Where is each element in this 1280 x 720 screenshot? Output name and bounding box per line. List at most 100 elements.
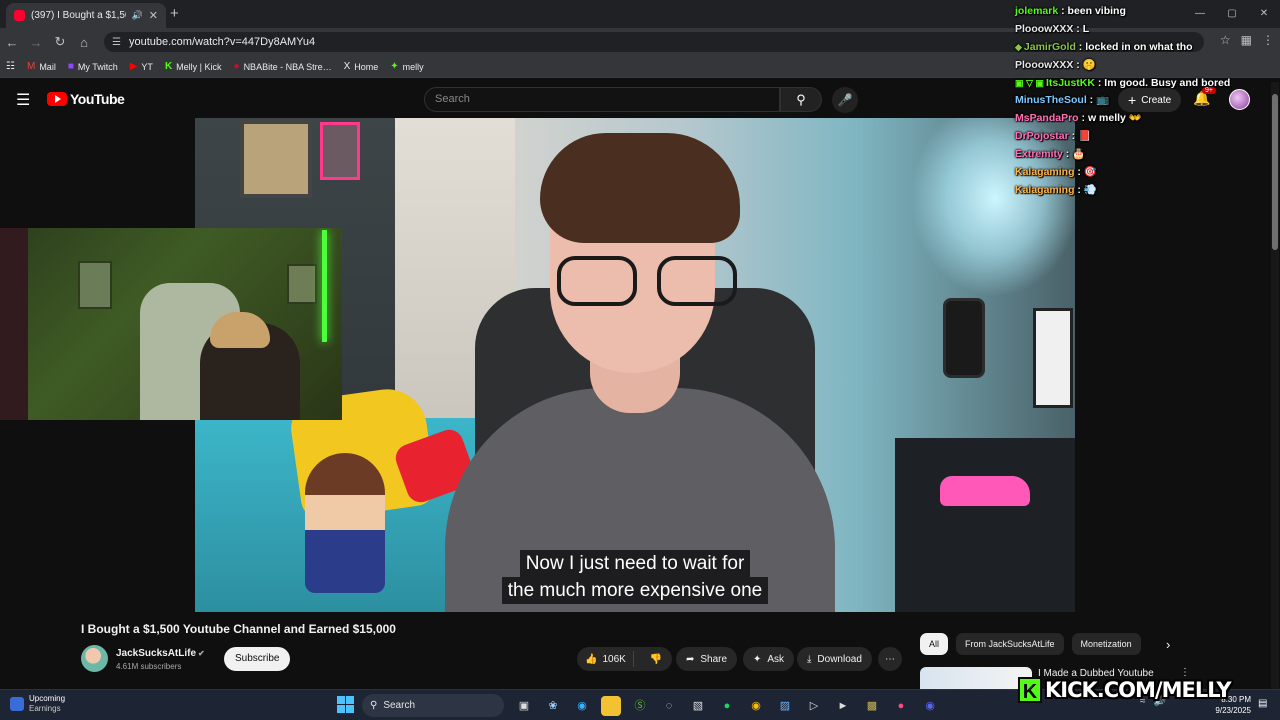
home-icon[interactable]: ⌂ — [72, 35, 96, 50]
news-icon — [10, 697, 24, 711]
screen: (397) I Bought a $1,500 Yo… 🔊 ✕ + — ▢ ✕ … — [0, 0, 1280, 720]
copilot-icon[interactable]: ❀ — [543, 696, 563, 716]
channel-name[interactable]: JackSucksAtLife ✔ — [116, 648, 205, 659]
bookmark-home[interactable]: X Home — [344, 61, 379, 72]
app-icon[interactable]: ▩ — [862, 696, 882, 716]
forward-icon[interactable]: → — [24, 35, 48, 50]
location-pin-icon[interactable]: ● — [891, 696, 911, 716]
video-scene — [557, 256, 747, 306]
search-button[interactable]: ⚲ — [780, 87, 822, 112]
youtube-logo[interactable]: YouTube — [47, 91, 125, 107]
video-scene — [540, 133, 740, 243]
media-player-icon[interactable]: ▷ — [804, 696, 824, 716]
chat-text: 💨 — [1083, 183, 1097, 196]
chat-badge-icon: ◆ — [1015, 41, 1022, 52]
chat-username[interactable]: PlooowXXX — [1015, 59, 1073, 71]
filter-chips: All From JackSucksAtLife Monetization — [920, 633, 1141, 655]
chip-all[interactable]: All — [920, 633, 949, 655]
caption-line-2: the much more expensive one — [501, 577, 769, 604]
voice-search-icon[interactable]: 🎤 — [832, 87, 858, 113]
chat-text: 📺 — [1096, 94, 1110, 107]
download-icon: ⤓ — [807, 653, 812, 665]
bookmark-mail[interactable]: M Mail — [27, 61, 56, 72]
video-scene — [320, 122, 360, 180]
hamburger-menu-icon[interactable]: ☰ — [16, 90, 30, 110]
search-input[interactable]: Search — [424, 87, 780, 112]
chat-badge-icon: ▣ ▽ ▣ — [1015, 77, 1044, 88]
chat-username[interactable]: Kalagaming — [1015, 184, 1075, 196]
subscribe-button[interactable]: Subscribe — [224, 647, 291, 671]
obs-icon[interactable]: ◌ — [659, 696, 679, 716]
chat-username[interactable]: PlooowXXX — [1015, 23, 1073, 35]
youtube-favicon-icon — [14, 10, 25, 21]
edge-icon[interactable]: ◉ — [572, 696, 592, 716]
notification-center-icon[interactable]: ▤ — [1258, 698, 1267, 709]
chat-separator: : — [1075, 40, 1086, 53]
channel-avatar[interactable] — [81, 645, 108, 672]
site-info-icon[interactable]: ☰ — [112, 37, 121, 48]
chat-username[interactable]: MsPandaPro — [1015, 112, 1079, 124]
chat-username[interactable]: DrPojostar — [1015, 130, 1069, 142]
youtube-play-icon — [47, 92, 67, 106]
bookmark-nbabite[interactable]: ● NBABite - NBA Stre… — [234, 61, 332, 72]
scrollbar-thumb[interactable] — [1272, 94, 1278, 250]
chat-username[interactable]: ItsJustKK — [1046, 77, 1095, 89]
chat-separator: : — [1074, 166, 1084, 179]
chat-separator: : — [1058, 5, 1068, 17]
bookmark-yt[interactable]: ▶ YT — [130, 61, 153, 72]
file-explorer-icon[interactable] — [601, 696, 621, 716]
chat-text: locked in on what tho — [1085, 40, 1193, 53]
like-button[interactable]: 👍 106K — [577, 651, 634, 667]
chat-username[interactable]: MinusTheSoul — [1015, 94, 1087, 106]
xbox-icon[interactable]: Ⓢ — [630, 696, 650, 716]
dislike-button[interactable]: 👎 — [640, 654, 672, 665]
tab-title: (397) I Bought a $1,500 Yo… — [31, 10, 126, 21]
chat-separator: : — [1062, 148, 1073, 161]
speaker-icon[interactable]: 🔊 — [132, 10, 143, 21]
windows-start-icon[interactable] — [337, 696, 354, 713]
discord-icon[interactable]: ◉ — [920, 696, 940, 716]
more-actions-icon[interactable]: ⋯ — [878, 647, 902, 671]
spotify-icon[interactable]: ● — [717, 696, 737, 716]
webcam-overlay — [0, 228, 342, 420]
video-scene — [1033, 308, 1073, 408]
app-icon[interactable]: ► — [833, 696, 853, 716]
browser-tab[interactable]: (397) I Bought a $1,500 Yo… 🔊 ✕ — [6, 3, 166, 28]
chat-username[interactable]: JamirGold — [1024, 41, 1076, 53]
chat-separator: : — [1068, 130, 1079, 143]
chat-username[interactable]: Kalagaming — [1015, 166, 1075, 178]
chat-text: been vibing — [1067, 5, 1126, 17]
chip-monetization[interactable]: Monetization — [1071, 633, 1141, 655]
x-icon: X — [343, 61, 351, 72]
bookmark-my-twitch[interactable]: ■ My Twitch — [68, 61, 118, 72]
chat-username[interactable]: jolemark — [1015, 5, 1058, 17]
reload-icon[interactable]: ↻ — [48, 34, 72, 50]
task-view-icon[interactable]: ▣ — [514, 696, 534, 716]
photos-icon[interactable]: ▨ — [775, 696, 795, 716]
chat-username[interactable]: Extremity — [1015, 148, 1063, 160]
share-button[interactable]: ➦ Share — [676, 647, 738, 671]
close-tab-icon[interactable]: ✕ — [149, 9, 158, 22]
bookmark-melly[interactable]: ✦ melly — [390, 61, 423, 72]
recommended-thumbnail[interactable] — [920, 667, 1032, 689]
chip-from-channel[interactable]: From JackSucksAtLife — [956, 633, 1064, 655]
chevron-right-icon[interactable]: › — [1166, 637, 1170, 652]
kick-url-text: KICK.COM/MELLY — [1045, 678, 1232, 702]
nba-icon: ● — [233, 61, 240, 72]
taskbar-search[interactable]: ⚲ Search — [362, 694, 504, 717]
widgets-button[interactable]: Upcoming Earnings — [10, 694, 65, 714]
chrome-icon[interactable]: ◉ — [746, 696, 766, 716]
kick-logo-icon: K — [1018, 677, 1042, 703]
new-tab-icon[interactable]: + — [170, 5, 179, 22]
chat-text: 🤫 — [1082, 58, 1096, 71]
apps-grid-icon[interactable]: ☷ — [6, 61, 15, 72]
chat-text: 🎯 — [1083, 166, 1097, 179]
video-title: I Bought a $1,500 Youtube Channel and Ea… — [81, 622, 396, 636]
video-scene — [940, 476, 1030, 506]
back-icon[interactable]: ← — [0, 35, 24, 50]
share-icon: ➦ — [686, 653, 695, 665]
bookmark-melly-kick[interactable]: K Melly | Kick — [165, 61, 222, 72]
store-icon[interactable]: ▧ — [688, 696, 708, 716]
download-button[interactable]: ⤓ Download — [797, 647, 872, 671]
ask-button[interactable]: ✦ Ask — [743, 647, 795, 671]
